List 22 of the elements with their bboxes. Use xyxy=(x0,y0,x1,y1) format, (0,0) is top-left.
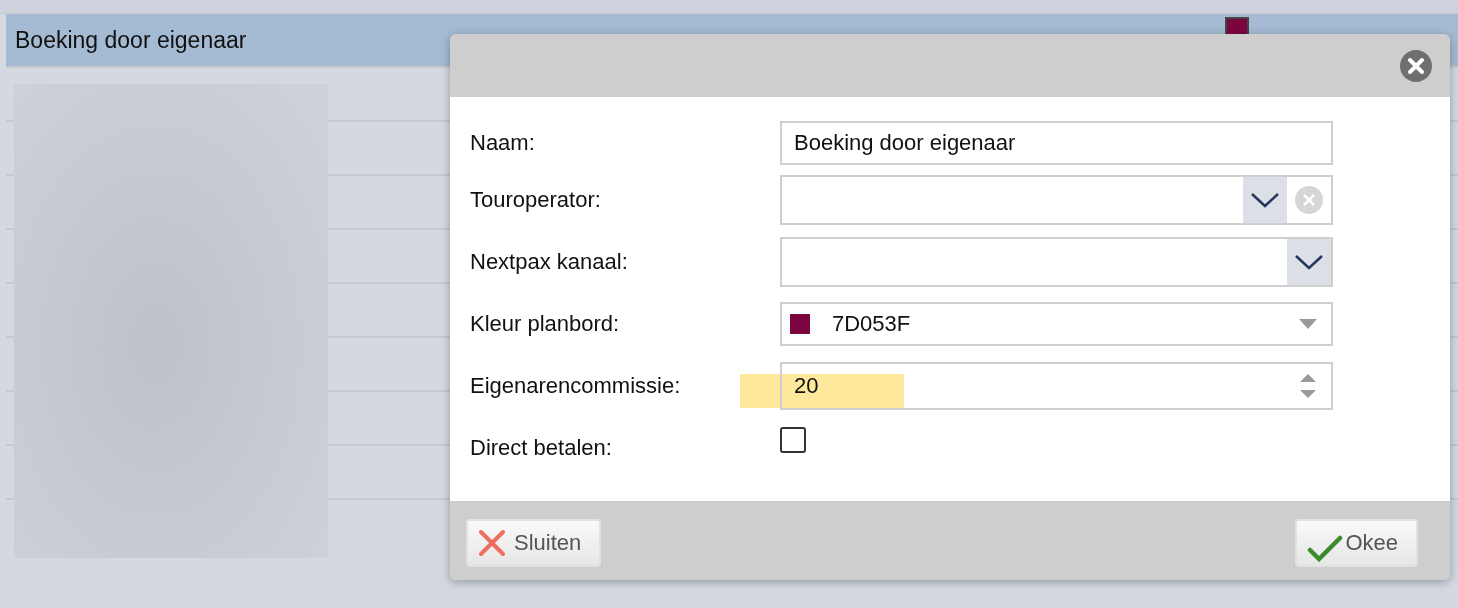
name-field[interactable]: Boeking door eigenaar xyxy=(780,121,1333,165)
checkbox[interactable] xyxy=(780,427,806,453)
chevron-down-icon[interactable] xyxy=(1243,177,1287,223)
ok-button[interactable]: Okee xyxy=(1295,518,1418,567)
field-label: Kleur planbord: xyxy=(470,311,621,337)
field-label: Nextpax kanaal: xyxy=(470,249,629,275)
field-label: Eigenarencommissie: xyxy=(470,373,682,399)
cross-icon xyxy=(478,528,506,557)
chevron-down-icon[interactable] xyxy=(1287,239,1331,285)
field-label: Touroperator: xyxy=(470,187,602,213)
close-icon[interactable] xyxy=(1400,49,1432,82)
dropdown-field[interactable] xyxy=(780,175,1333,225)
field-label: Direct betalen: xyxy=(470,435,613,461)
dropdown-field[interactable] xyxy=(780,237,1333,287)
field-label: Naam: xyxy=(470,130,536,156)
color-dropdown[interactable]: 7D053F xyxy=(780,302,1333,346)
close-button[interactable]: Sluiten xyxy=(466,518,602,567)
caret-down-icon xyxy=(1299,319,1317,329)
number-field[interactable]: 20 xyxy=(780,362,1333,410)
spinner-arrows-icon[interactable] xyxy=(1299,372,1317,400)
checkmark-icon xyxy=(1307,533,1344,562)
row-name: Boeking door eigenaar xyxy=(15,26,248,54)
